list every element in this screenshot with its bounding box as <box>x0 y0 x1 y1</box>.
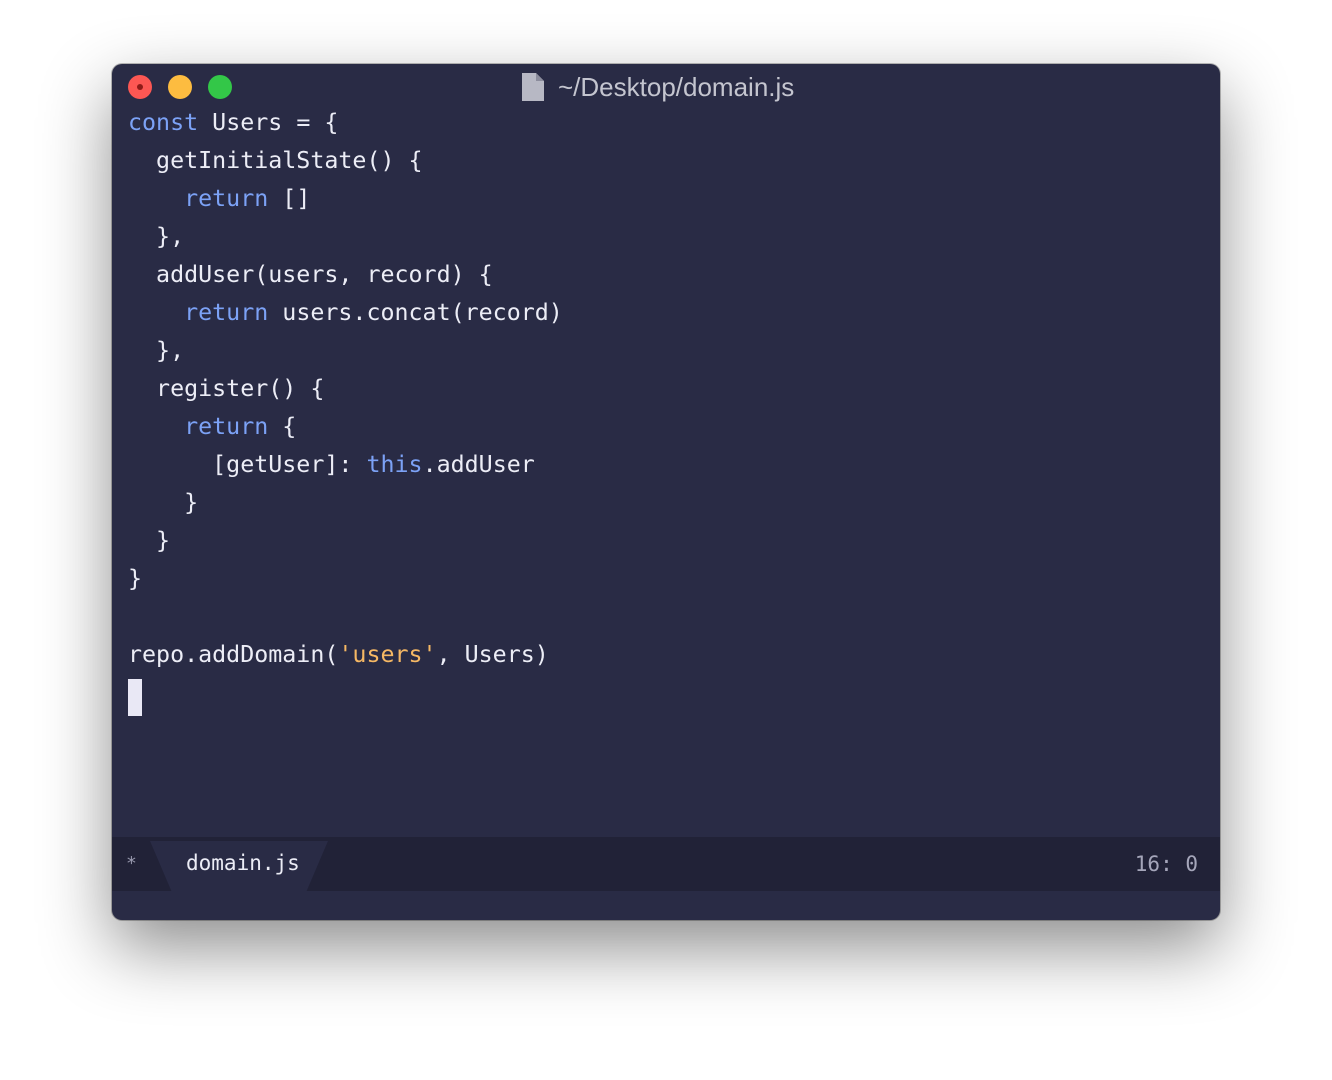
zoom-window-button[interactable] <box>208 75 232 99</box>
code-line: addUser(users, record) { <box>128 256 563 294</box>
text-cursor <box>128 679 142 716</box>
code-text: }, <box>128 337 185 364</box>
code-keyword: return <box>184 299 269 326</box>
code-line: } <box>128 560 563 598</box>
code-line: return users.concat(record) <box>128 294 563 332</box>
code-editor[interactable]: const Users = { getInitialState() { retu… <box>128 104 563 674</box>
code-text: [getUser]: <box>128 451 367 478</box>
cursor-position: 16: 0 <box>1134 852 1198 876</box>
close-window-button[interactable] <box>128 75 152 99</box>
code-text: .addUser <box>422 451 535 478</box>
code-keyword: return <box>184 413 269 440</box>
code-text: } <box>128 527 171 554</box>
code-keyword: const <box>128 109 199 136</box>
code-line: }, <box>128 218 563 256</box>
code-text: repo.addDomain( <box>128 641 339 668</box>
minimize-window-button[interactable] <box>168 75 192 99</box>
status-bar: * domain.js 16: 0 <box>112 837 1220 891</box>
window-title-text: ~/Desktop/domain.js <box>558 71 795 102</box>
code-text: } <box>128 565 143 592</box>
code-text: { <box>268 413 297 440</box>
code-keyword: return <box>184 185 269 212</box>
code-line: getInitialState() { <box>128 142 563 180</box>
code-line: repo.addDomain('users', Users) <box>128 636 563 674</box>
code-text: users.concat(record) <box>268 299 563 326</box>
modified-indicator: * <box>126 853 137 874</box>
editor-window: ~/Desktop/domain.js const Users = { getI… <box>112 64 1220 920</box>
file-tab-label[interactable]: domain.js <box>186 851 300 875</box>
code-text: } <box>128 489 199 516</box>
code-line: [getUser]: this.addUser <box>128 446 563 484</box>
code-text: }, <box>128 223 185 250</box>
code-line: return [] <box>128 180 563 218</box>
code-text: , Users) <box>436 641 549 668</box>
code-text: [] <box>268 185 311 212</box>
code-text: getInitialState() { <box>128 147 423 174</box>
code-line: register() { <box>128 370 563 408</box>
code-text: register() { <box>128 375 325 402</box>
code-line: } <box>128 522 563 560</box>
code-line: const Users = { <box>128 104 563 142</box>
window-title: ~/Desktop/domain.js <box>522 72 794 102</box>
code-line: }, <box>128 332 563 370</box>
code-string: 'users' <box>338 641 437 668</box>
code-line: } <box>128 484 563 522</box>
code-keyword: this <box>366 451 423 478</box>
code-line: return { <box>128 408 563 446</box>
code-text: Users = { <box>198 109 339 136</box>
document-icon <box>522 73 544 101</box>
code-text: addUser(users, record) { <box>128 261 493 288</box>
